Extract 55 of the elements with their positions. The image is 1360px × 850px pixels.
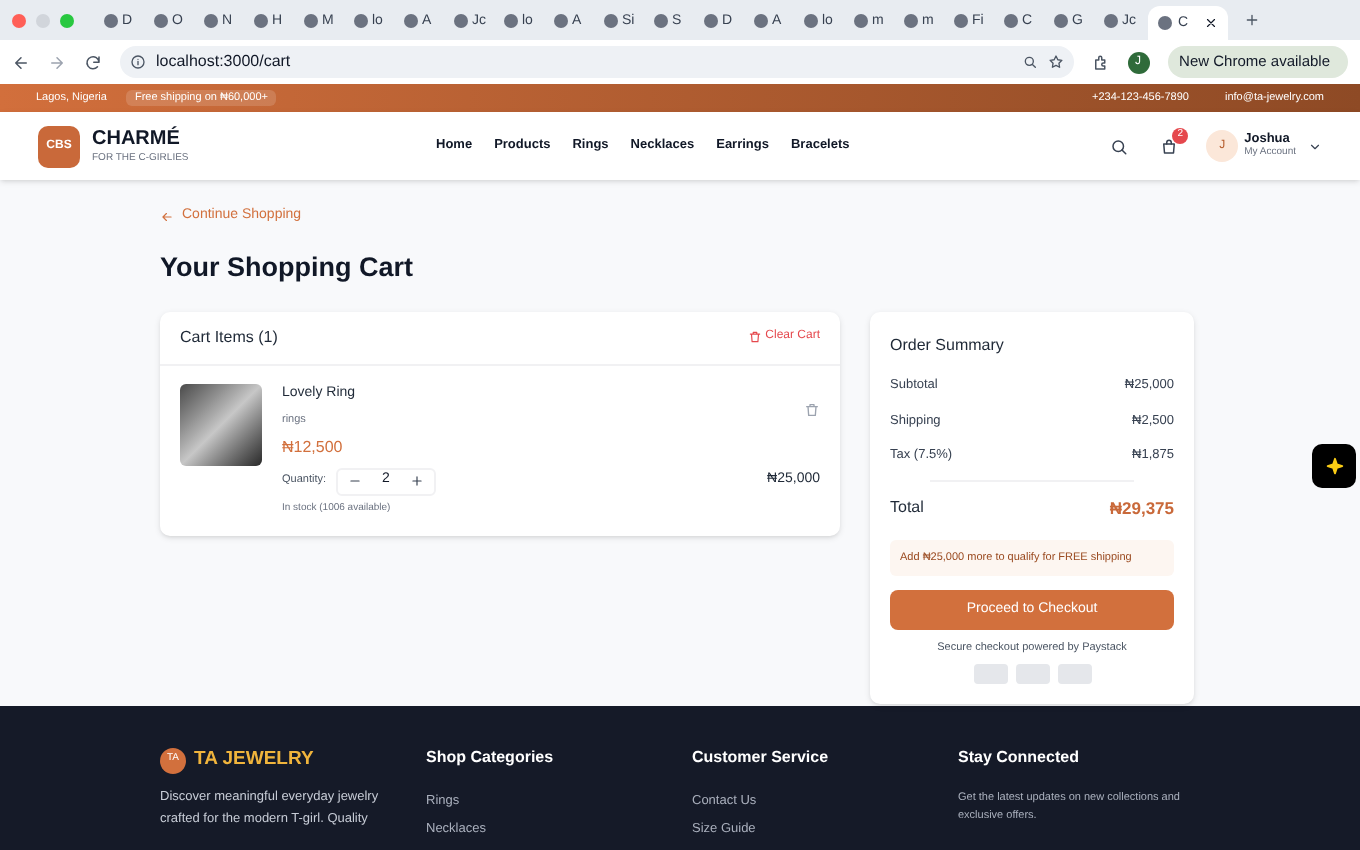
footer-heading: Stay Connected [958,746,1081,770]
star-icon[interactable] [1047,54,1064,70]
plus-icon[interactable] [1244,12,1260,28]
bag-icon[interactable] [1160,137,1179,155]
favicon-icon [954,13,968,27]
brand-name[interactable]: CHARMÉ [92,129,432,149]
favicon-icon [1158,16,1172,30]
footer-heading: Customer Service [692,746,831,770]
back-icon[interactable] [12,53,30,71]
favicon-icon [154,13,168,27]
trash-icon [747,330,762,345]
favicon-icon [804,13,818,27]
favicon-icon [1054,13,1068,27]
footer-heading: Shop Categories [426,746,556,770]
chevron-down-icon[interactable] [1308,139,1322,153]
payment-icon [973,664,1007,685]
favicon-icon [704,13,718,27]
footer-brand: TA JEWELRY [194,746,314,774]
puzzle-icon[interactable] [1091,53,1110,71]
favicon-icon [104,13,118,27]
total-value: ₦29,375 [1109,496,1174,522]
favicon-icon [854,13,868,27]
search-icon[interactable] [1110,137,1129,155]
plus-icon[interactable] [409,474,424,488]
favicon-icon [404,13,418,27]
info-icon [130,54,146,70]
sparkle-button[interactable] [1312,444,1356,488]
address-bar[interactable]: localhost:3000/cart [120,46,1074,78]
favicon-icon [454,13,468,27]
favicon-icon [504,13,518,27]
cart-heading: Cart Items (1) [180,325,278,350]
favicon-icon [904,13,918,27]
minus-icon[interactable] [348,474,363,488]
sparkle-icon [1323,455,1345,477]
arrow-left-icon [160,209,174,224]
zoom-icon[interactable] [1021,54,1038,70]
favicon-icon [254,13,268,27]
favicon-icon [1104,13,1118,27]
payment-icon [1057,664,1091,685]
favicon-icon [204,13,218,27]
favicon-icon [304,13,318,27]
favicon-icon [1004,13,1018,27]
close-icon[interactable] [1204,16,1218,30]
favicon-icon [354,13,368,27]
payment-icon [1015,664,1049,685]
product-photo [180,383,262,466]
favicon-icon [654,13,668,27]
reload-icon[interactable] [84,53,102,71]
favicon-icon [604,13,618,27]
favicon-icon [554,13,568,27]
total-label: Total [890,496,924,521]
page-title: Your Shopping Cart [160,249,415,286]
favicon-icon [754,13,768,27]
product-price: ₦12,500 [282,435,345,459]
summary-title: Order Summary [890,333,1006,358]
